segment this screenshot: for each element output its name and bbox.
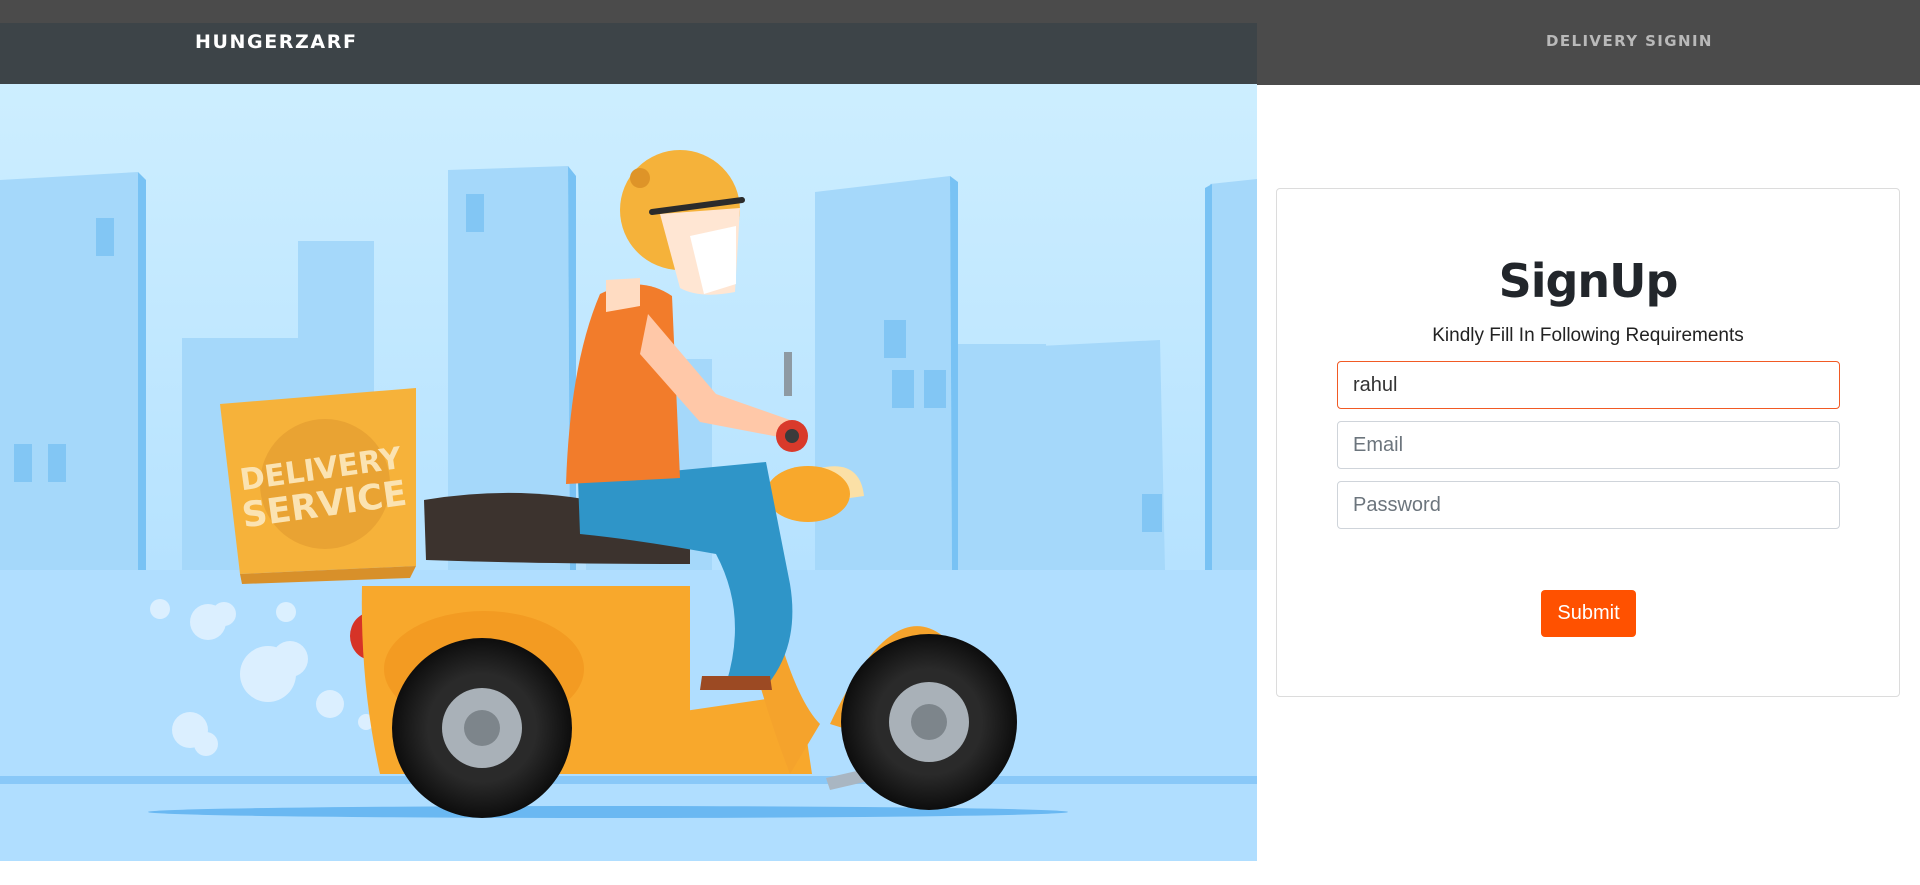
brand-logo[interactable]: HUNGERZARF	[195, 31, 358, 53]
front-wheel	[841, 634, 1017, 810]
top-strip	[0, 0, 1920, 23]
rear-wheel	[392, 638, 572, 818]
name-input[interactable]	[1337, 361, 1840, 409]
delivery-box: DELIVERY SERVICE	[220, 388, 416, 584]
submit-button[interactable]: Submit	[1541, 590, 1636, 637]
navbar	[0, 23, 1257, 85]
signup-subtitle: Kindly Fill In Following Requirements	[1432, 325, 1744, 346]
signup-card: SignUp Kindly Fill In Following Requirem…	[1276, 188, 1900, 697]
road-stripe	[0, 776, 1257, 784]
nav-delivery-signin-link[interactable]: DELIVERY SIGNIN	[1546, 32, 1713, 50]
signup-title: SignUp	[1498, 254, 1679, 308]
email-input[interactable]	[1337, 421, 1840, 469]
hero-illustration: DELIVERY SERVICE	[0, 84, 1257, 861]
password-input[interactable]	[1337, 481, 1840, 529]
